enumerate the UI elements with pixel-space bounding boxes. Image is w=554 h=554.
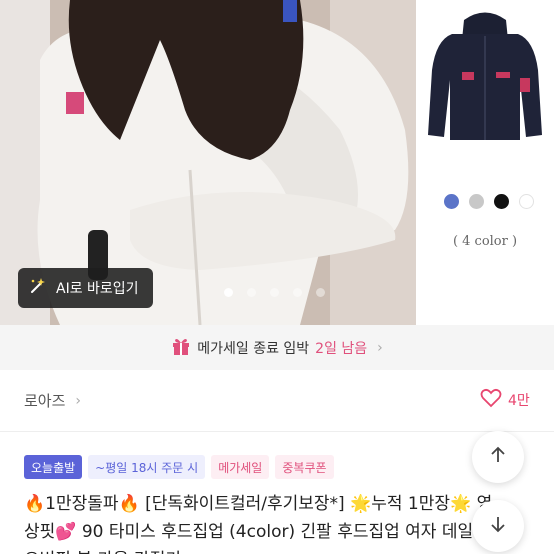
color-swatch-gray[interactable] (469, 194, 484, 209)
ai-try-on-button[interactable]: AI로 바로입기 (18, 268, 153, 308)
color-swatch-white[interactable] (519, 194, 534, 209)
product-gallery[interactable]: AI로 바로입기 ( 4 color ) (0, 0, 554, 325)
arrow-down-icon (488, 514, 508, 538)
sale-banner-text: 메가세일 종료 임박 (197, 340, 310, 357)
scroll-up-button[interactable] (472, 431, 524, 483)
arrow-up-icon (488, 445, 508, 469)
gallery-pagination (224, 288, 325, 297)
mega-sale-banner[interactable]: 메가세일 종료 임박 2일 남음 › (0, 325, 554, 370)
badge-row: 오늘출발 ~평일 18시 주문 시 메가세일 중복쿠폰 (24, 455, 334, 479)
magic-wand-icon (28, 276, 48, 300)
color-swatches (444, 194, 534, 209)
main-product-photo[interactable]: AI로 바로입기 (0, 0, 416, 325)
gallery-dot[interactable] (316, 288, 325, 297)
navy-hoodie-thumbnail[interactable] (416, 0, 554, 160)
sale-remaining-text: 2일 남음 (315, 340, 368, 357)
expand-icon[interactable] (504, 272, 528, 296)
gallery-dot[interactable] (224, 288, 233, 297)
color-swatch-blue[interactable] (444, 194, 459, 209)
gallery-dot[interactable] (293, 288, 302, 297)
store-row (0, 370, 554, 432)
chevron-right-icon: › (377, 339, 383, 356)
color-preview-panel (416, 0, 554, 325)
like-count: 4만 (508, 393, 530, 409)
store-link[interactable]: 로아즈 › (24, 390, 81, 411)
gallery-dot[interactable] (247, 288, 256, 297)
gallery-dot[interactable] (270, 288, 279, 297)
ai-try-on-label: AI로 바로입기 (56, 281, 139, 297)
scroll-down-button[interactable] (472, 500, 524, 552)
chevron-right-icon: › (75, 392, 82, 409)
mega-sale-badge: 메가세일 (211, 455, 270, 479)
product-title: 🔥1만장돌파🔥 [단독화이트컬러/후기보장*] 🌟누적 1만장🌟 영상핏💕 90… (24, 494, 492, 554)
gift-icon (171, 336, 191, 360)
store-name: 로아즈 (24, 392, 66, 410)
like-button[interactable]: 4만 (480, 388, 530, 412)
color-swatch-black[interactable] (494, 194, 509, 209)
coupon-badge: 중복쿠폰 (275, 455, 334, 479)
heart-icon (480, 388, 502, 412)
delivery-cutoff-badge: ~평일 18시 주문 시 (88, 455, 206, 479)
color-count-label: ( 4 color ) (452, 234, 518, 249)
today-shipping-badge: 오늘출발 (24, 455, 83, 479)
